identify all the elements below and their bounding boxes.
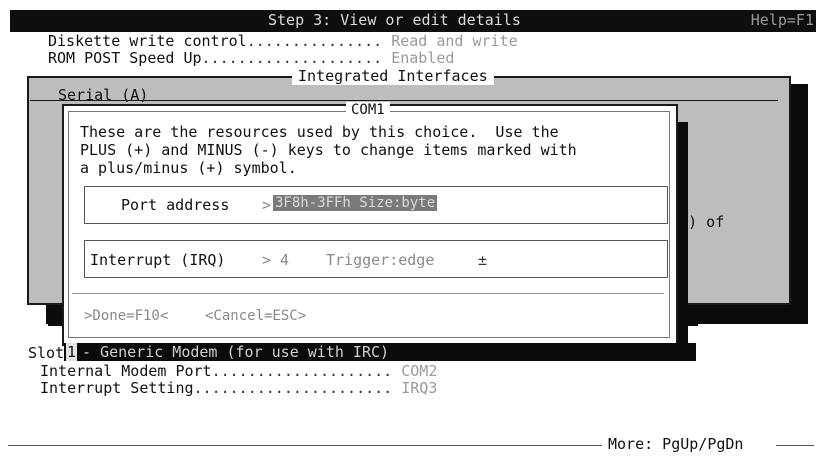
setting-label: Interrupt Setting — [40, 379, 194, 397]
more-pages-hint[interactable]: More: PgUp/PgDn — [608, 435, 743, 453]
slot-number: 1 — [66, 343, 77, 361]
description-line-3: a plus/minus (+) symbol. — [80, 159, 297, 177]
dialog-divider — [72, 293, 664, 294]
footer-rule-left — [8, 445, 602, 446]
setting-row-interrupt[interactable]: Interrupt Setting...................... … — [40, 379, 437, 397]
leader-dots: ...................... — [193, 379, 393, 397]
setting-value: IRQ3 — [401, 379, 438, 397]
page-title: Step 3: View or edit details — [268, 11, 521, 29]
slot-label: Slot — [28, 344, 65, 362]
port-address-label: Port address — [121, 196, 230, 214]
com1-dialog-title: COM1 — [346, 102, 390, 118]
interrupt-trigger-value: Trigger:edge — [326, 251, 435, 269]
leader-dots: .................... — [211, 362, 393, 380]
setting-label: ROM POST Speed Up — [48, 49, 202, 67]
port-address-value[interactable]: 3F8h-3FFh Size:byte — [273, 195, 438, 211]
serial-section-label: Serial (A) — [58, 86, 149, 104]
setting-label: Internal Modem Port — [40, 362, 212, 380]
plus-minus-icon: ± — [478, 251, 488, 269]
description-line-2: PLUS (+) and MINUS (-) keys to change it… — [80, 141, 577, 159]
interrupt-irq-value[interactable]: > 4 — [262, 251, 289, 269]
setting-row-diskette[interactable]: Diskette write control............... Re… — [48, 32, 518, 50]
setting-value: Read and write — [391, 32, 518, 50]
slot-description: - Generic Modem (for use with IRC) — [82, 343, 390, 361]
leader-dots: .................... — [201, 49, 383, 67]
setting-value: Enabled — [391, 49, 455, 67]
interrupt-irq-label: Interrupt (IRQ) — [90, 251, 226, 269]
footer-rule-right — [776, 445, 814, 446]
selection-marker: > — [262, 196, 272, 214]
setting-value: COM2 — [401, 362, 438, 380]
header-bar: Step 3: View or edit details Help=F1 — [10, 10, 816, 32]
leader-dots: ............... — [246, 32, 383, 50]
help-hint[interactable]: Help=F1 — [751, 11, 814, 29]
setting-label: Diskette write control — [48, 32, 247, 50]
integrated-window-title: Integrated Interfaces — [292, 67, 494, 85]
setting-row-modem-port[interactable]: Internal Modem Port.................... … — [40, 362, 437, 380]
done-button[interactable]: >Done=F10< — [84, 308, 168, 324]
setting-row-rom-post[interactable]: ROM POST Speed Up.................... En… — [48, 49, 454, 67]
description-line-1: These are the resources used by this cho… — [80, 123, 559, 141]
cancel-button[interactable]: <Cancel=ESC> — [205, 308, 306, 324]
